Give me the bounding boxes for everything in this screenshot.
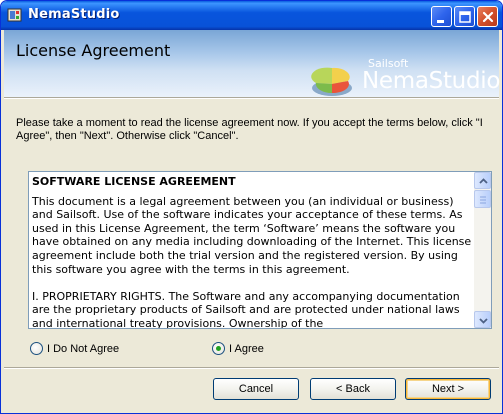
minimize-icon bbox=[437, 20, 444, 23]
license-content: SOFTWARE LICENSE AGREEMENT This document… bbox=[32, 175, 472, 329]
radio-agree[interactable]: I Agree bbox=[212, 342, 264, 355]
intro-text: Please take a moment to read the license… bbox=[16, 117, 483, 142]
arrow-up-icon bbox=[479, 178, 488, 184]
cancel-button[interactable]: Cancel bbox=[213, 378, 299, 400]
close-button[interactable] bbox=[477, 6, 498, 27]
radio-do-not-agree-label: I Do Not Agree bbox=[47, 342, 120, 355]
scroll-down-button[interactable] bbox=[474, 311, 491, 328]
license-heading: SOFTWARE LICENSE AGREEMENT bbox=[32, 175, 236, 188]
app-icon bbox=[7, 7, 23, 23]
nemastudio-logo-icon bbox=[310, 64, 356, 101]
radio-checked-icon[interactable] bbox=[212, 342, 225, 355]
grip-icon bbox=[480, 196, 486, 204]
license-paragraph: I. PROPRIETARY RIGHTS. The Software and … bbox=[32, 289, 460, 329]
radio-agree-label: I Agree bbox=[229, 342, 264, 355]
title-bar[interactable]: NemaStudio bbox=[1, 1, 502, 30]
radio-unchecked-icon[interactable] bbox=[30, 342, 43, 355]
footer-divider bbox=[4, 367, 499, 369]
maximize-button[interactable] bbox=[454, 6, 475, 27]
scroll-up-button[interactable] bbox=[474, 172, 491, 189]
close-icon bbox=[482, 11, 494, 23]
minimize-button[interactable] bbox=[431, 6, 452, 27]
arrow-down-icon bbox=[479, 318, 488, 324]
maximize-icon bbox=[459, 11, 471, 23]
scroll-thumb[interactable] bbox=[474, 190, 491, 208]
license-paragraph: This document is a legal agreement betwe… bbox=[32, 194, 472, 276]
page-title: License Agreement bbox=[16, 41, 171, 60]
license-scrollbar[interactable] bbox=[474, 172, 491, 328]
brand-product: NemaStudio bbox=[362, 68, 501, 94]
wizard-header: License Agreement Sailsoft NemaStudio bbox=[4, 30, 501, 97]
header-divider bbox=[4, 97, 499, 99]
next-button[interactable]: Next > bbox=[405, 378, 491, 400]
license-textbox[interactable]: SOFTWARE LICENSE AGREEMENT This document… bbox=[28, 171, 492, 329]
window-title: NemaStudio bbox=[28, 7, 120, 22]
back-button[interactable]: < Back bbox=[310, 378, 396, 400]
installer-window: NemaStudio License Agreement Sailsoft Ne… bbox=[0, 0, 503, 414]
radio-do-not-agree[interactable]: I Do Not Agree bbox=[30, 342, 119, 355]
